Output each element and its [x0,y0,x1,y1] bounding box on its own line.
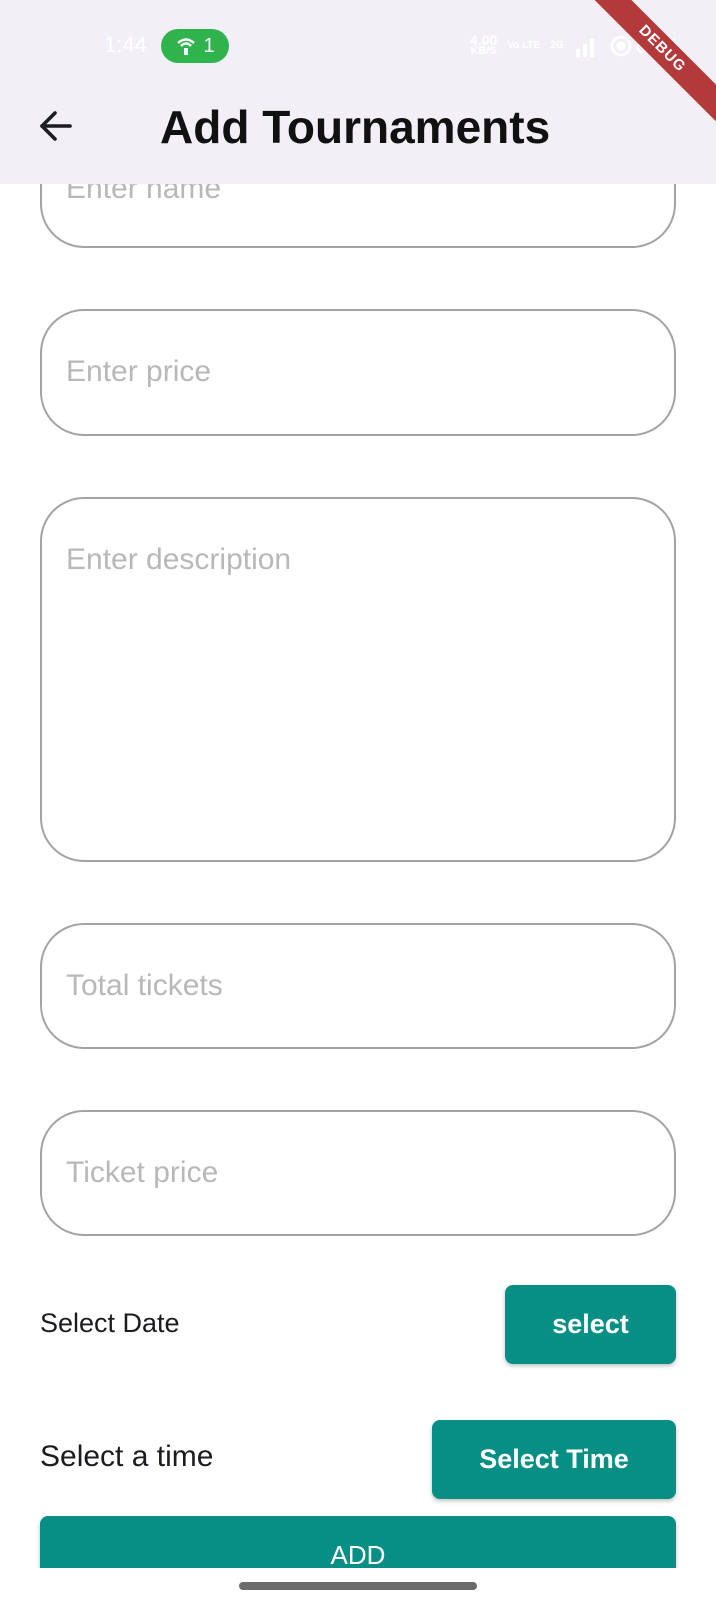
ticket-price-field[interactable]: Ticket price [40,1110,676,1236]
network-speed: 4.00 KB/S [470,32,498,57]
add-button[interactable]: ADD [40,1516,676,1568]
network-type: 2G [550,40,564,51]
select-date-label: Select Date [40,1308,180,1338]
form-scroll-area[interactable]: Enter name Enter price Enter description… [0,0,716,1568]
description-placeholder: Enter description [66,543,292,576]
total-tickets-placeholder: Total tickets [66,969,223,1002]
home-indicator[interactable] [239,1582,477,1590]
signal-icon [575,39,594,57]
ticket-price-placeholder: Ticket price [66,1156,219,1189]
hotspot-indicator: 1 [161,29,229,63]
hotspot-count: 1 [203,34,215,57]
page-title: Add Tournaments [160,101,551,153]
total-tickets-field[interactable]: Total tickets [40,923,676,1049]
volte-indicator: Vo LTE [507,40,541,51]
debug-banner: DEBUG [582,0,716,129]
hotspot-icon [177,38,196,55]
select-time-label: Select a time [40,1440,214,1473]
battery-icon [610,35,631,57]
description-field[interactable]: Enter description [40,497,676,862]
status-time: 1:44 [104,32,147,57]
screen: Enter name Enter price Enter description… [0,0,716,1600]
arrow-left-icon [40,111,72,141]
select-date-button[interactable]: select [505,1285,676,1364]
back-button[interactable] [34,104,78,148]
price-field[interactable]: Enter price [40,309,676,436]
price-placeholder: Enter price [66,355,212,388]
app-bar: 1:44 1 4.00 KB/S Vo LTE 2G Add Tournamen… [0,0,716,184]
select-time-button[interactable]: Select Time [432,1420,676,1499]
